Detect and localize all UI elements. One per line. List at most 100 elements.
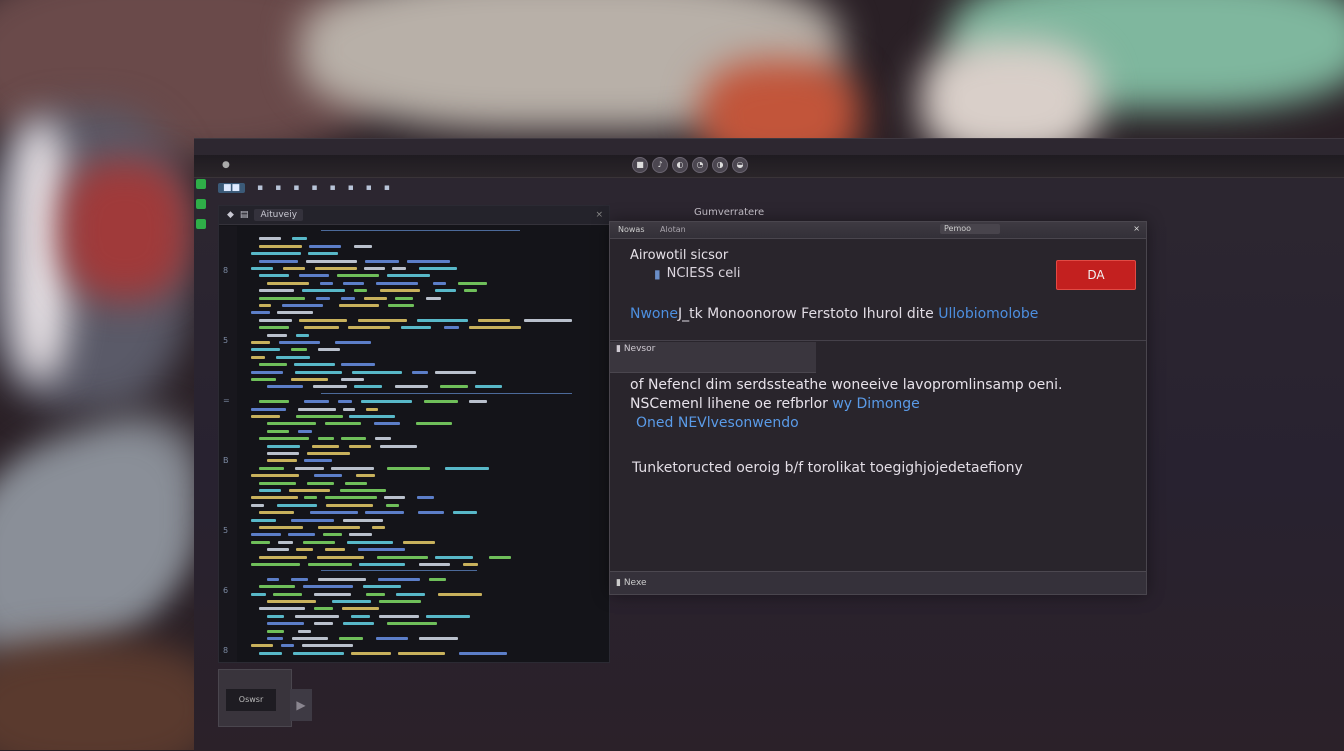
volume-icon[interactable]: ♪ <box>652 157 668 173</box>
play-arrow-icon[interactable]: ▶ <box>290 689 312 721</box>
code-token <box>419 637 459 640</box>
code-token <box>275 355 311 359</box>
code-token <box>251 415 281 418</box>
code-token <box>251 355 266 359</box>
menu-item[interactable]: ▪ <box>293 183 299 193</box>
code-token <box>267 333 287 337</box>
code-token <box>335 341 372 344</box>
editor-icon[interactable]: ◆ <box>227 210 234 220</box>
code-token <box>291 237 307 241</box>
code-token <box>307 452 351 455</box>
tray-icon[interactable]: ◑ <box>712 157 728 173</box>
code-token <box>291 348 307 352</box>
code-token <box>292 651 344 655</box>
menu-item[interactable]: ▪ <box>384 183 390 193</box>
code-token <box>307 563 352 566</box>
code-token <box>289 489 330 492</box>
code-token <box>259 289 295 293</box>
tray-icon[interactable]: ◒ <box>732 157 748 173</box>
code-token <box>363 296 388 300</box>
code-token <box>445 466 490 470</box>
close-icon[interactable]: × <box>1133 224 1140 233</box>
dialog-subtitle: Alotan <box>660 225 686 234</box>
dock-icon[interactable] <box>196 219 206 229</box>
code-token <box>251 474 300 478</box>
tray-icon[interactable]: ◔ <box>692 157 708 173</box>
primary-action-button[interactable]: DA <box>1056 260 1136 290</box>
code-token <box>377 577 421 581</box>
tab-icon: ▮ <box>616 344 624 354</box>
code-token <box>259 296 305 300</box>
code-token <box>418 511 445 515</box>
code-token <box>259 318 293 322</box>
dialog-tab[interactable]: ▮ Nevsor <box>610 342 816 373</box>
editor-icon[interactable]: ▤ <box>240 210 249 220</box>
code-token <box>341 607 380 611</box>
code-token <box>406 259 450 263</box>
menu-item[interactable]: ▪ <box>366 183 372 193</box>
code-token <box>259 585 295 589</box>
code-token <box>314 622 334 626</box>
code-token <box>318 577 367 581</box>
tab-label: Nevsor <box>623 344 656 354</box>
code-token <box>267 629 284 633</box>
code-token <box>347 540 393 544</box>
code-token <box>295 548 313 552</box>
code-token <box>259 489 281 492</box>
code-token <box>402 540 435 544</box>
menu-item[interactable]: ▪ <box>257 183 263 193</box>
code-token <box>458 651 508 655</box>
code-text[interactable] <box>241 230 601 655</box>
code-token <box>452 511 477 515</box>
dock-icon[interactable] <box>196 179 206 189</box>
body-link[interactable]: Oned NEVlvesonwendo <box>636 415 799 431</box>
menu-item[interactable]: ▪ <box>329 183 335 193</box>
body-text: NSCemenl lihene oe refbrlor <box>630 396 828 412</box>
code-token <box>371 526 386 529</box>
code-token <box>379 614 420 618</box>
menu-item[interactable]: ▪ <box>311 183 317 193</box>
code-token <box>303 496 317 500</box>
menu-item[interactable]: ▪ <box>348 183 354 193</box>
code-token <box>396 592 425 596</box>
dock-icon[interactable] <box>196 199 206 209</box>
code-token <box>267 577 280 581</box>
code-token <box>358 548 405 552</box>
code-editor[interactable]: ◆ ▤ Aituveiy × 8 5 = B 5 6 8 <box>218 205 610 663</box>
dialog-sub-label: NCIESS celi <box>666 266 741 281</box>
menu-item-active[interactable]: ■■ <box>218 183 246 193</box>
description-text: J_tk Monoonorow Ferstoto Ihurol dite <box>677 306 934 322</box>
code-token <box>343 622 375 626</box>
body-link[interactable]: wy Dimonge <box>832 396 919 412</box>
code-token <box>353 244 372 248</box>
code-token <box>259 651 282 655</box>
description-link[interactable]: Ullobiomolobe <box>938 306 1038 322</box>
footer-label[interactable]: Nexe <box>624 578 647 588</box>
code-token <box>267 548 289 552</box>
code-token <box>376 281 418 285</box>
thumbnail-button[interactable]: Oswsr <box>226 689 276 711</box>
code-token <box>251 540 271 544</box>
code-token <box>277 540 294 544</box>
editor-tab[interactable]: Aituveiy <box>254 209 304 221</box>
code-token <box>267 429 289 433</box>
monitor-screen: ● ■ ♪ ◐ ◔ ◑ ◒ ■■ ▪ ▪ ▪ ▪ ▪ ▪ ▪ ▪ Gumverr… <box>194 138 1344 751</box>
code-token <box>294 370 343 374</box>
close-icon[interactable]: × <box>595 210 603 220</box>
code-token <box>293 363 335 367</box>
code-token <box>438 592 483 596</box>
code-token <box>251 370 283 374</box>
code-token <box>340 378 364 381</box>
app-menu-icon[interactable]: ● <box>222 160 232 170</box>
menu-item[interactable]: ▪ <box>275 183 281 193</box>
tray-icon[interactable]: ■ <box>632 157 648 173</box>
dialog-segment[interactable]: Pemoo <box>940 224 1000 234</box>
code-token <box>425 296 441 300</box>
dialog-body: of Nefencl dim serdssteathe woneeive lav… <box>630 376 1062 433</box>
code-token <box>251 533 281 537</box>
tray-icon[interactable]: ◐ <box>672 157 688 173</box>
editor-toolbar: ◆ ▤ Aituveiy × <box>219 206 609 225</box>
code-token <box>259 363 287 367</box>
code-token <box>343 407 355 411</box>
code-token <box>302 585 353 589</box>
